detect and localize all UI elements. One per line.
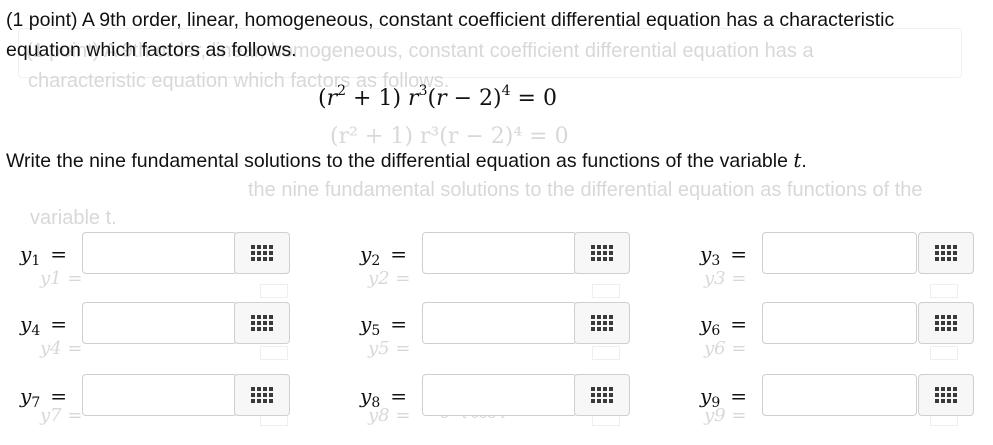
answer-input-y6[interactable]: [762, 302, 917, 344]
answer-label-y6: y6 =: [700, 312, 747, 339]
ghost-instruction-1: the nine fundamental solutions to the di…: [248, 179, 923, 201]
answer-input-y3[interactable]: [762, 232, 917, 274]
ghost-palette: [592, 346, 620, 360]
equation-editor-button-y6[interactable]: [918, 302, 974, 344]
equation-editor-button-y3[interactable]: [918, 232, 974, 274]
problem-points: (1 point): [6, 9, 78, 31]
equation-editor-grid-icon: [935, 315, 957, 331]
ghost-instruction-2: variable t.: [30, 207, 117, 229]
equation-editor-grid-icon: [935, 245, 957, 261]
answer-row-y9: y9 =: [0, 374, 993, 420]
ghost-palette: [260, 346, 288, 360]
ghost-palette: [260, 284, 288, 298]
ghost-palette: [930, 346, 958, 360]
ghost-palette: [930, 284, 958, 298]
instruction-period: .: [801, 150, 807, 172]
problem-statement: (1 point) A 9th order, linear, homogeneo…: [6, 5, 906, 65]
equation-editor-grid-icon: [935, 387, 957, 403]
instruction-text: Write the nine fundamental solutions to …: [6, 145, 906, 176]
answer-input-y9[interactable]: [762, 374, 917, 416]
answer-label-y3: y3 =: [700, 242, 747, 269]
answer-row-y3: y3 =: [0, 232, 993, 278]
equation-editor-button-y9[interactable]: [918, 374, 974, 416]
ghost-palette: [592, 284, 620, 298]
problem-body: A 9th order, linear, homogeneous, consta…: [6, 9, 895, 61]
answer-label-y9: y9 =: [700, 384, 747, 411]
characteristic-equation: (r2 + 1) r3(r − 2)4 = 0: [318, 83, 557, 111]
answer-row-y6: y6 =: [0, 302, 993, 348]
instruction-body: Write the nine fundamental solutions to …: [6, 150, 788, 172]
